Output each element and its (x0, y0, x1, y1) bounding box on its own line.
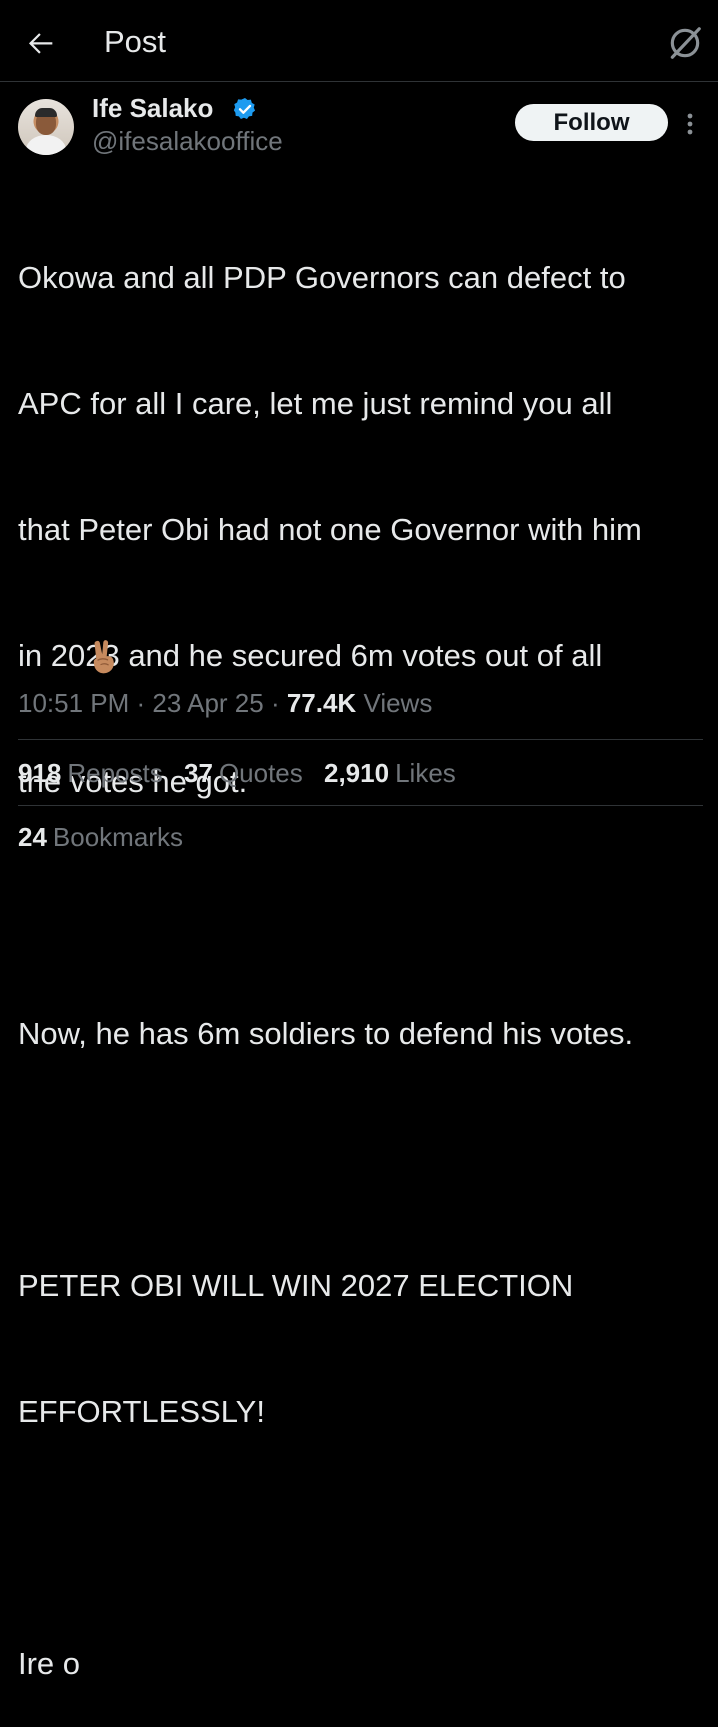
quotes-label: Quotes (218, 758, 303, 788)
victory-hand-emoji (93, 640, 114, 674)
bookmarks-stat[interactable]: 24 Bookmarks (18, 822, 183, 853)
top-bar: Post (0, 0, 718, 82)
likes-count: 2,910 (324, 758, 390, 788)
post-time: 10:51 PM (18, 688, 130, 718)
engagement-stats: 918 Reposts 37 Quotes 2,910 Likes (18, 758, 470, 789)
post-line-break (18, 1139, 708, 1181)
likes-stat[interactable]: 2,910 Likes (324, 758, 456, 789)
divider (18, 739, 703, 740)
reposts-label: Reposts (67, 758, 163, 788)
author-name[interactable]: Ife Salako (92, 93, 213, 124)
post-date: 23 Apr 25 (152, 688, 264, 718)
arrow-left-icon[interactable] (24, 26, 58, 60)
reposts-count: 918 (18, 758, 62, 788)
views-count[interactable]: 77.4K (287, 688, 356, 718)
verified-badge-icon (233, 97, 256, 119)
meta-separator: · (263, 688, 287, 718)
author-handle[interactable]: @ifesalakooffice (92, 126, 283, 157)
post-line: EFFORTLESSLY! (18, 1394, 265, 1429)
post-line: Now, he has 6m soldiers to defend his vo… (18, 1016, 634, 1051)
likes-label: Likes (395, 758, 456, 788)
avatar-body-shape (26, 135, 66, 155)
avatar-cap-shape (35, 108, 57, 117)
post-line: Ire o (18, 1646, 81, 1681)
post-line: that Peter Obi had not one Governor with… (18, 512, 642, 547)
follow-button[interactable]: Follow (515, 104, 668, 141)
bookmarks-label: Bookmarks (52, 822, 183, 852)
post-line: in 2023 and he secured 6m votes out of a… (18, 638, 603, 673)
post-meta: 10:51 PM · 23 Apr 25 · 77.4K Views (18, 688, 432, 719)
post-line: PETER OBI WILL WIN 2027 ELECTION (18, 1268, 574, 1303)
post-text: Okowa and all PDP Governors can defect t… (18, 173, 708, 1727)
post-line: Okowa and all PDP Governors can defect t… (18, 260, 626, 295)
page-title: Post (104, 24, 167, 59)
quotes-count: 37 (184, 758, 213, 788)
divider (18, 805, 703, 806)
views-label: Views (363, 688, 433, 718)
quotes-stat[interactable]: 37 Quotes (184, 758, 303, 789)
meta-separator: · (129, 688, 153, 718)
post-line: APC for all I care, let me just remind y… (18, 386, 613, 421)
post-line-break (18, 1517, 708, 1559)
post-line-break (18, 887, 708, 929)
more-options-icon[interactable] (682, 108, 698, 140)
bookmarks-row: 24 Bookmarks (18, 822, 197, 853)
bookmarks-count: 24 (18, 822, 47, 852)
grok-slash-icon[interactable] (666, 24, 704, 62)
avatar[interactable] (18, 99, 74, 155)
reposts-stat[interactable]: 918 Reposts (18, 758, 163, 789)
